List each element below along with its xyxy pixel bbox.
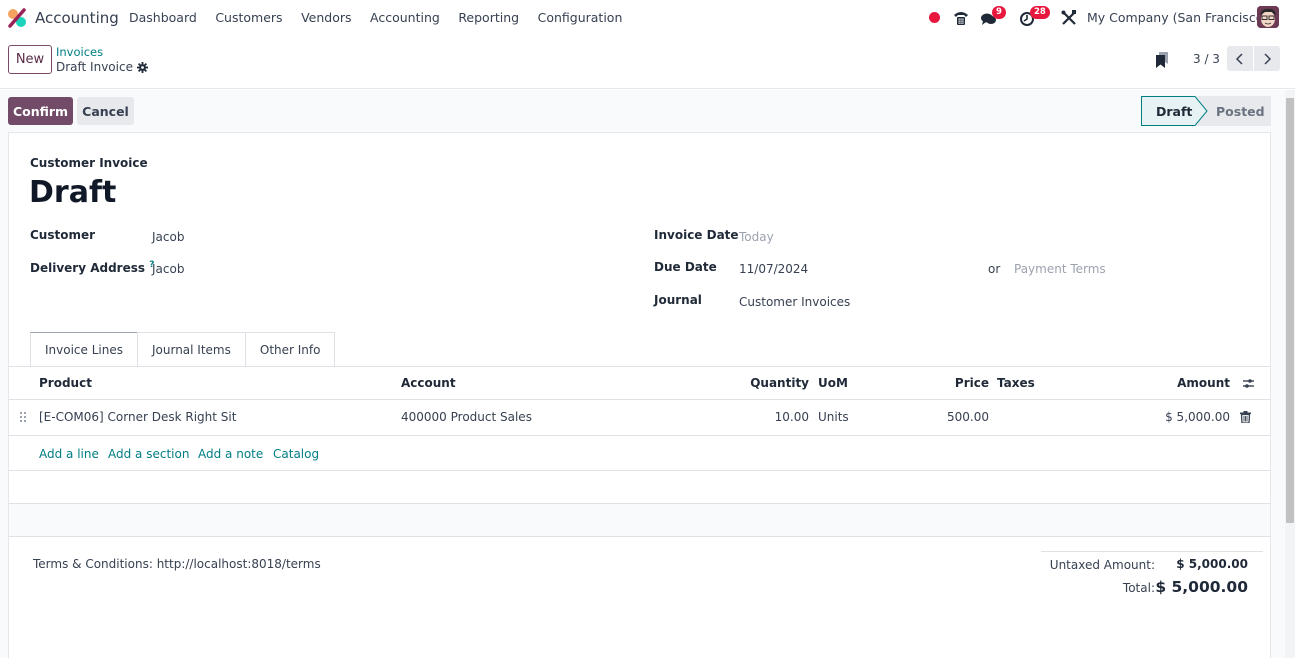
stage-draft[interactable]: Draft bbox=[1141, 96, 1208, 126]
menu-accounting[interactable]: Accounting bbox=[370, 10, 440, 25]
drag-handle-icon[interactable] bbox=[20, 412, 28, 424]
tools-icon[interactable] bbox=[1060, 9, 1078, 27]
gear-icon[interactable] bbox=[136, 61, 148, 73]
table-row[interactable]: [E-COM06] Corner Desk Right Sit 400000 P… bbox=[9, 400, 1270, 436]
notebook-tabs: Invoice Lines Journal Items Other Info bbox=[30, 332, 336, 366]
untaxed-amount-value: $ 5,000.00 bbox=[1176, 557, 1248, 571]
terms-and-conditions[interactable]: Terms & Conditions: http://localhost:801… bbox=[33, 557, 321, 571]
user-avatar-icon bbox=[1257, 6, 1279, 28]
column-price[interactable]: Price bbox=[955, 376, 989, 390]
trash-icon[interactable] bbox=[1240, 411, 1251, 423]
journal-field[interactable]: Customer Invoices bbox=[739, 295, 850, 309]
control-panel: New Invoices Draft Invoice 3 / 3 bbox=[0, 35, 1295, 89]
column-amount[interactable]: Amount bbox=[1177, 376, 1230, 390]
messages-badge: 9 bbox=[992, 6, 1006, 19]
menu-dashboard[interactable]: Dashboard bbox=[129, 10, 197, 25]
menu-customers[interactable]: Customers bbox=[215, 10, 282, 25]
column-account[interactable]: Account bbox=[401, 376, 456, 390]
breadcrumb-invoices[interactable]: Invoices bbox=[56, 45, 103, 59]
breadcrumb-current-label: Draft Invoice bbox=[56, 60, 133, 74]
delivery-address-label: Delivery Address ? bbox=[30, 260, 154, 275]
tab-invoice-lines[interactable]: Invoice Lines bbox=[30, 332, 138, 366]
invoice-lines-table: Product Account Quantity UoM Price Taxes… bbox=[9, 367, 1270, 537]
vertical-scrollbar[interactable] bbox=[1285, 90, 1295, 658]
invoice-date-label: Invoice Date bbox=[654, 228, 739, 242]
stage-posted-label: Posted bbox=[1216, 103, 1265, 119]
due-date-label: Due Date bbox=[654, 260, 717, 274]
main-menu: Dashboard Customers Vendors Accounting R… bbox=[129, 10, 641, 25]
stage-draft-label: Draft bbox=[1156, 103, 1193, 119]
column-taxes[interactable]: Taxes bbox=[997, 376, 1035, 390]
cancel-button[interactable]: Cancel bbox=[77, 97, 134, 125]
invoice-date-field[interactable]: Today bbox=[739, 230, 774, 244]
scrollbar-thumb[interactable] bbox=[1286, 98, 1294, 523]
journal-label: Journal bbox=[654, 293, 702, 307]
total-value: $ 5,000.00 bbox=[1155, 578, 1248, 596]
cell-quantity[interactable]: 10.00 bbox=[775, 410, 809, 424]
customer-field[interactable]: Jacob bbox=[152, 230, 184, 244]
column-uom[interactable]: UoM bbox=[818, 376, 848, 390]
status-bar: Confirm Cancel Posted Draft bbox=[0, 90, 1285, 132]
due-date-field[interactable]: 11/07/2024 bbox=[739, 262, 808, 276]
empty-row bbox=[9, 504, 1270, 537]
delivery-address-label-text: Delivery Address bbox=[30, 261, 146, 275]
delivery-address-field[interactable]: Jacob bbox=[152, 262, 184, 276]
new-button[interactable]: New bbox=[8, 45, 52, 74]
app-logo-icon[interactable] bbox=[7, 8, 27, 28]
empty-row bbox=[9, 471, 1270, 504]
cell-amount: $ 5,000.00 bbox=[1165, 410, 1230, 424]
pager-next-button[interactable] bbox=[1254, 46, 1280, 71]
invoice-title: Draft bbox=[29, 175, 117, 210]
payment-terms-field[interactable]: Payment Terms bbox=[1014, 262, 1106, 276]
tab-journal-items[interactable]: Journal Items bbox=[136, 332, 246, 366]
chevron-right-icon bbox=[1264, 52, 1272, 65]
cell-product[interactable]: [E-COM06] Corner Desk Right Sit bbox=[39, 410, 236, 424]
pager-previous-button[interactable] bbox=[1227, 46, 1253, 71]
optional-columns-toggle-icon[interactable] bbox=[1242, 377, 1255, 390]
untaxed-amount-label: Untaxed Amount: bbox=[1049, 558, 1155, 572]
chevron-left-icon bbox=[1235, 52, 1243, 65]
pager-value[interactable]: 3 / 3 bbox=[1193, 52, 1220, 66]
cell-price[interactable]: 500.00 bbox=[947, 410, 989, 424]
add-section-link[interactable]: Add a section bbox=[108, 447, 189, 461]
app-name[interactable]: Accounting bbox=[35, 9, 119, 27]
customer-label: Customer bbox=[30, 228, 96, 242]
catalog-link[interactable]: Catalog bbox=[273, 447, 319, 461]
invoice-sheet: Customer Invoice Draft Customer Jacob De… bbox=[8, 132, 1271, 658]
invoice-type: Customer Invoice bbox=[30, 156, 148, 170]
add-line-link[interactable]: Add a line bbox=[39, 447, 99, 461]
top-navbar: Accounting Dashboard Customers Vendors A… bbox=[0, 0, 1295, 35]
add-line-row: Add a line Add a section Add a note Cata… bbox=[9, 436, 1270, 471]
totals-divider bbox=[1041, 551, 1263, 552]
phone-icon[interactable] bbox=[952, 9, 970, 27]
breadcrumb-current: Draft Invoice bbox=[56, 60, 148, 74]
column-product[interactable]: Product bbox=[39, 376, 92, 390]
column-quantity[interactable]: Quantity bbox=[750, 376, 809, 390]
confirm-button[interactable]: Confirm bbox=[8, 97, 73, 125]
menu-reporting[interactable]: Reporting bbox=[458, 10, 519, 25]
user-avatar[interactable] bbox=[1257, 6, 1279, 28]
menu-vendors[interactable]: Vendors bbox=[301, 10, 351, 25]
status-dot-icon[interactable] bbox=[929, 12, 940, 23]
cell-account[interactable]: 400000 Product Sales bbox=[401, 410, 532, 424]
company-switcher[interactable]: My Company (San Francisco) bbox=[1087, 10, 1268, 25]
add-note-link[interactable]: Add a note bbox=[198, 447, 263, 461]
cell-uom[interactable]: Units bbox=[818, 410, 849, 424]
or-label: or bbox=[988, 262, 1001, 276]
tab-other-info[interactable]: Other Info bbox=[244, 332, 336, 366]
activities-badge: 28 bbox=[1030, 6, 1050, 19]
menu-configuration[interactable]: Configuration bbox=[538, 10, 623, 25]
attachments-bookmark-icon[interactable] bbox=[1154, 51, 1170, 69]
total-label: Total: bbox=[1122, 581, 1155, 595]
table-header: Product Account Quantity UoM Price Taxes… bbox=[9, 367, 1270, 400]
